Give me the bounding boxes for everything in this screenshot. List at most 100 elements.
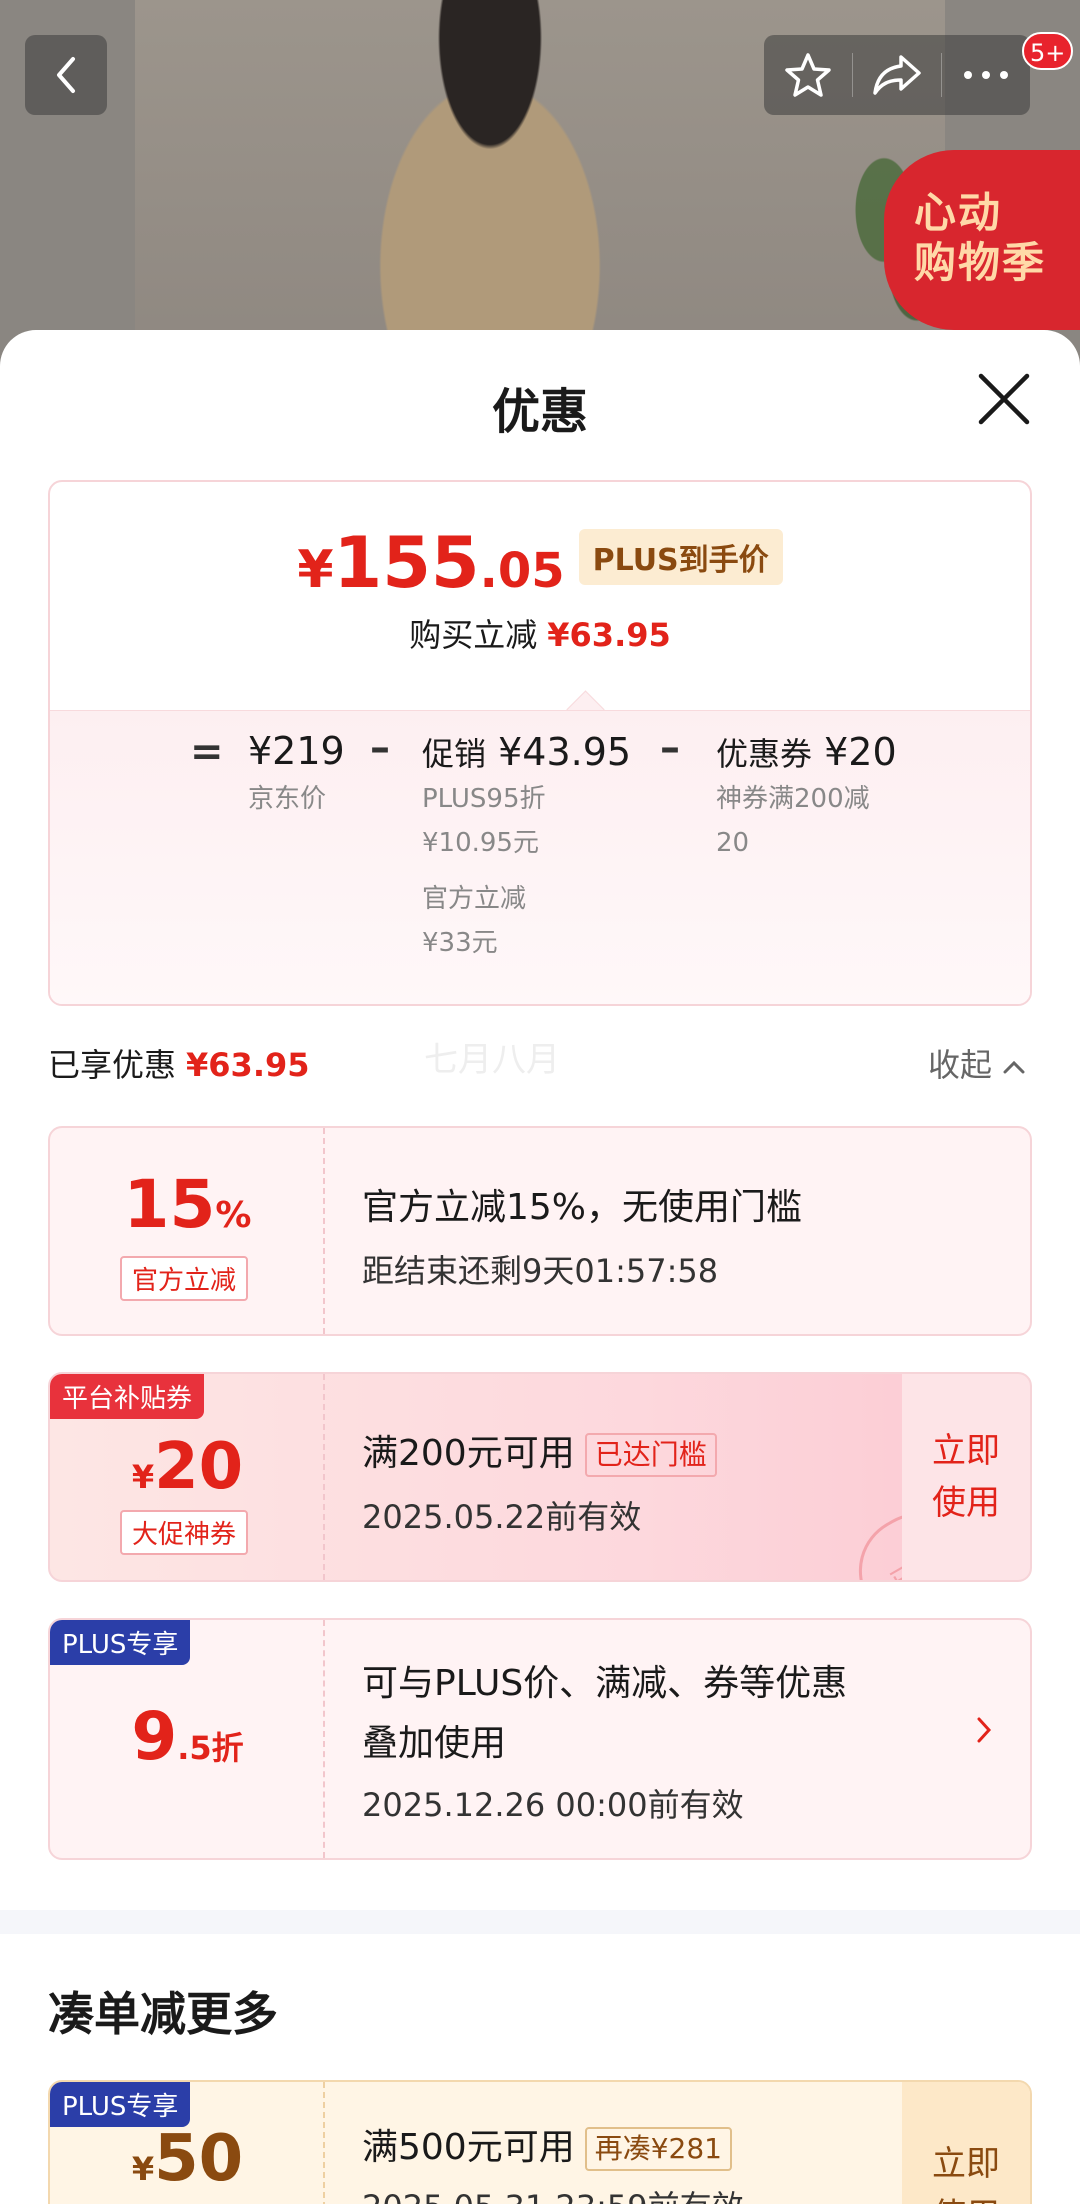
use-now-line1: 立即 [932,1431,1000,1471]
card-main-line1: 可与PLUS价、满减、券等优惠 [362,1663,848,1704]
equals-sign: = [190,729,224,775]
use-now-line1: 立即 [932,2144,1000,2184]
card-main-text: 可与PLUS价、满减、券等优惠 叠加使用 [362,1654,847,1774]
minus-sign: – [370,725,390,771]
star-icon [785,53,831,97]
add-more-tag: 再凑¥281 [584,2127,732,2171]
instant-discount-value: ¥63.95 [547,616,671,654]
price-currency: ¥ [297,540,334,600]
model-figure [330,0,650,380]
coupon-note-line2: 20 [716,828,750,858]
card-corner-tag: 平台补贴券 [50,1374,205,1419]
coupon-value: ¥20 [824,730,897,774]
back-button[interactable] [25,35,107,115]
price-decimal: .05 [479,543,565,599]
top-action-bar [764,35,1030,115]
close-icon [978,373,1030,425]
instant-discount-label: 购买立减 [409,616,538,654]
card-value-currency: ¥ [131,2150,155,2188]
chevron-right-icon [974,1710,994,1756]
enjoyed-value: ¥63.95 [186,1046,310,1084]
promo-note-official-line2: ¥33元 [422,928,498,958]
card-main-text: 官方立减15%，无使用门槛 [362,1187,803,1228]
coupon-breakdown: 优惠券 ¥20 [716,729,897,775]
discount-card-official: 15% 官方立减 官方立减15%，无使用门槛 距结束还剩9天01:57:58 [48,1126,1032,1336]
card-main-text: 满200元可用 [362,1433,575,1474]
coupon-note: 神券满200减 20 [716,777,870,865]
discount-card-plus[interactable]: 9.5折 PLUS专享 可与PLUS价、满减、券等优惠 叠加使用 2025.12… [48,1618,1032,1860]
card-expiry: 2025.05.22前有效 [362,1498,642,1536]
use-now-button[interactable]: 立即使用 [902,1374,1030,1580]
promo-note-official: 官方立减 ¥33元 [422,877,526,965]
enjoyed-discount: 已享优惠 ¥63.95 [48,1040,310,1086]
card-main-row: 满500元可用 再凑¥281 [362,2118,732,2178]
promo-breakdown: 促销 ¥43.95 [422,729,631,775]
price-integer: 155 [333,522,480,604]
price-summary-top: ¥155.05 PLUS到手价 购买立减 ¥63.95 [50,482,1030,710]
card-type-tag: 官方立减 [120,1256,249,1301]
sheet-title: 优惠 [491,384,588,440]
jd-price-value: ¥219 [248,729,345,773]
more-button[interactable] [942,35,1030,115]
chevron-up-icon [1003,1060,1025,1074]
enjoyed-label: 已享优惠 [48,1046,177,1084]
card-value-currency: ¥ [131,1458,155,1496]
card-expiry: 2025.05.31 23:59前有效 [362,2182,744,2204]
card-value-number: 50 [154,2122,244,2196]
favorite-button[interactable] [764,35,852,115]
card-main-row: 满200元可用 已达门槛 [362,1424,717,1484]
card-main-text: 满500元可用 [362,2127,575,2168]
promo-badge-line1: 心动 [914,188,1003,237]
card-left: 15% 官方立减 [50,1128,325,1334]
coupon-label: 优惠券 [716,735,813,773]
card-big-value: ¥50 [50,2122,325,2196]
coupon-note-line1: 神券满200减 [716,784,870,814]
chevron-left-icon [57,57,75,93]
use-now-line2: 使用 [932,1483,1000,1523]
card-countdown: 距结束还剩9天01:57:58 [362,1252,719,1290]
promo-note-plus-line1: PLUS95折 [422,784,546,814]
use-now-button[interactable]: 立即使用 [902,2082,1030,2204]
price-summary: ¥155.05 PLUS到手价 购买立减 ¥63.95 = ¥219 京东价 – 促… [48,480,1032,1006]
jd-price-label: 京东价 [248,784,327,814]
discount-card-plus-coupon: ¥50 PLUS专享 满500元可用再凑¥281 2025.05.31 23:5… [48,2080,1032,2204]
share-button[interactable] [853,35,941,115]
discount-card-platform-coupon: ¥20 大促神券 平台补贴券 满200元可用 已达门槛 2025.05.22前有效… [48,1372,1032,1582]
close-button[interactable] [975,370,1033,428]
card-value-number: 20 [154,1430,244,1504]
card-value-number: 15 [123,1166,216,1243]
card-type-tag: 大促神券 [120,1510,249,1555]
share-icon [873,55,921,95]
card-big-value: ¥20 [50,1430,325,1504]
notification-badge: 5+ [1022,32,1074,70]
price-breakdown: = ¥219 京东价 – 促销 ¥43.95 PLUS95折 ¥10.95元 官… [50,710,1030,1004]
card-value-suffix: .5折 [177,1729,244,1767]
threshold-tag: 已达门槛 [584,1433,717,1477]
discount-sheet: 优惠 ¥155.05 PLUS到手价 购买立减 ¥63.95 = ¥219 京东价 … [0,330,1080,2204]
promo-note-plus-line2: ¥10.95元 [422,828,539,858]
promo-badge[interactable]: 心动 购物季 [884,150,1080,330]
instant-discount-row: 购买立减 ¥63.95 [50,610,1030,656]
card-value-number: 9 [131,1698,178,1775]
promo-value: ¥43.95 [498,730,632,774]
final-price-row: ¥155.05 PLUS到手价 [50,522,1030,604]
more-dots-icon [964,71,1008,79]
collapse-label: 收起 [928,1046,993,1084]
promo-note-official-line1: 官方立减 [422,884,527,914]
card-corner-tag: PLUS专享 [50,2082,191,2127]
card-main-line2: 叠加使用 [362,1723,507,1764]
card-corner-tag: PLUS专享 [50,1620,191,1665]
card-big-value: 9.5折 [50,1698,325,1775]
collapse-toggle[interactable]: 收起 [928,1040,1026,1086]
promo-note-plus: PLUS95折 ¥10.95元 [422,777,546,865]
section-title-more: 凑单减更多 [48,1987,278,2041]
card-expiry: 2025.12.26 00:00前有效 [362,1786,744,1824]
watermark-text: 七月八月 [424,1040,560,1080]
card-value-suffix: % [215,1195,252,1236]
section-divider [0,1910,1080,1934]
use-now-line2: 使用 [932,2190,1000,2204]
minus-sign: – [660,725,680,771]
promo-label: 促销 [422,735,487,773]
plus-price-tag: PLUS到手价 [578,529,783,585]
promo-badge-line2: 购物季 [914,238,1047,287]
